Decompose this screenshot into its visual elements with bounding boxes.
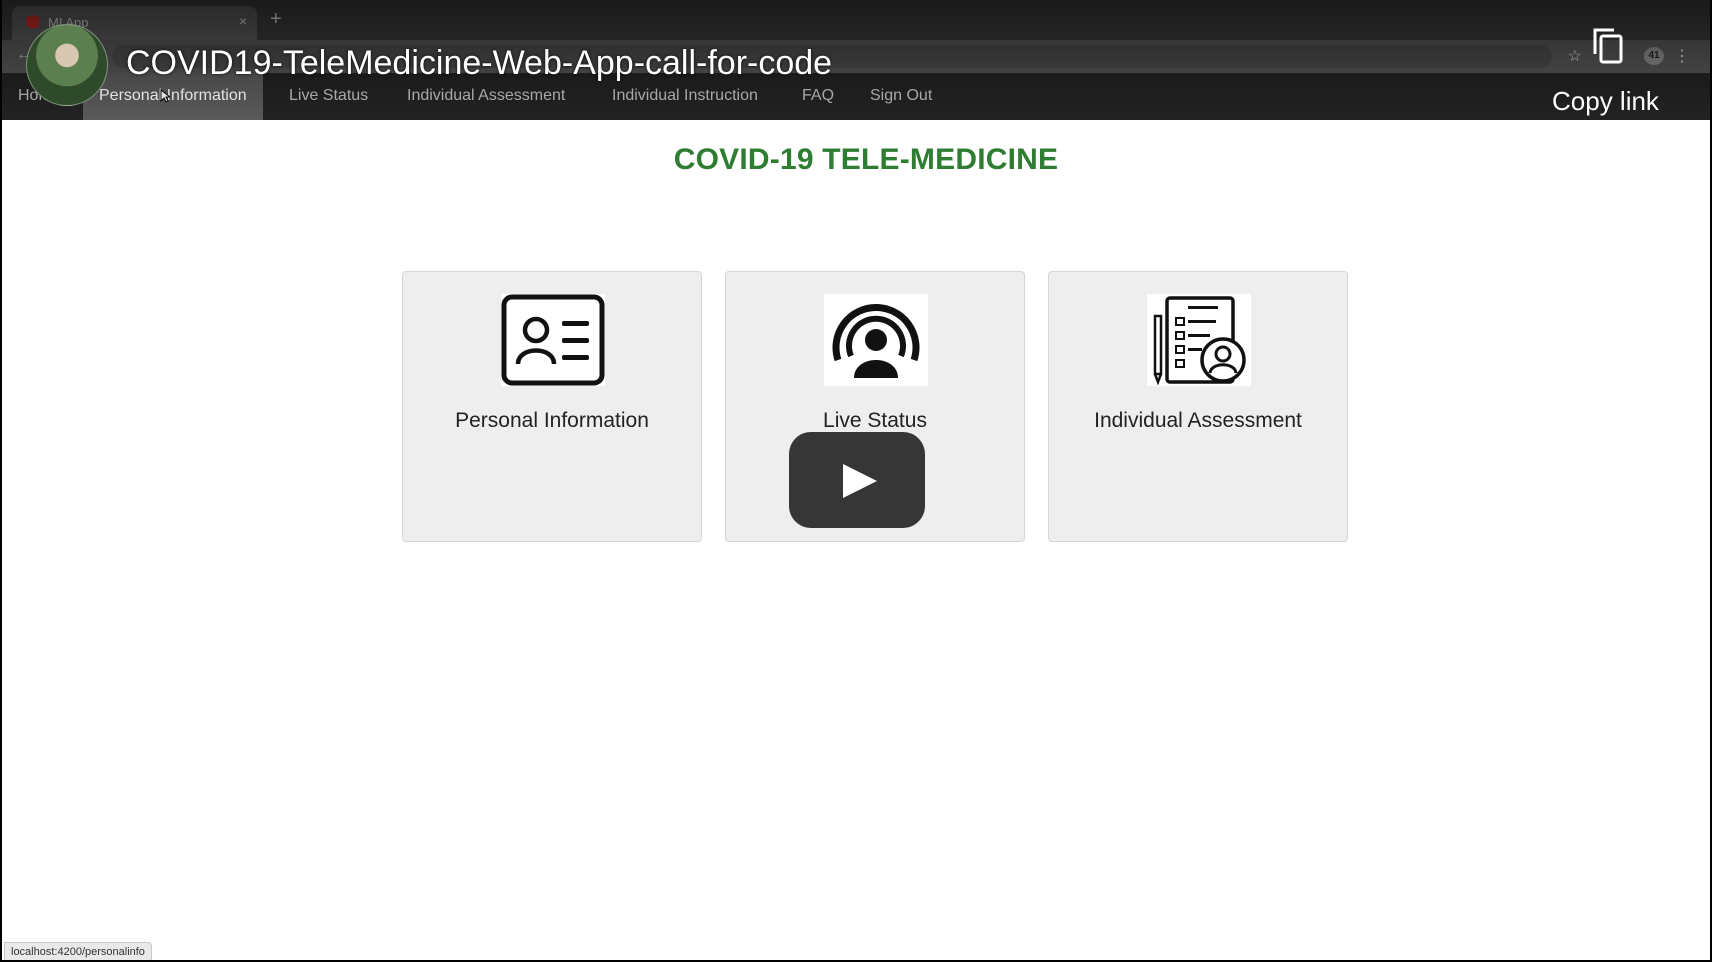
id-card-icon: [501, 294, 605, 386]
checklist-person-icon: [1147, 294, 1251, 386]
broadcast-person-icon: [824, 294, 928, 386]
bookmark-star-icon[interactable]: ☆: [1568, 46, 1582, 66]
browser-tab-strip: MI App × +: [2, 0, 1710, 40]
card-label-personal-information: Personal Information: [455, 409, 649, 432]
mouse-cursor-icon: [160, 89, 170, 103]
card-label-live-status: Live Status: [823, 409, 927, 432]
play-button[interactable]: [789, 432, 925, 528]
extension-icon[interactable]: 41: [1644, 47, 1664, 65]
video-frame: MI App × + ← ☆ 41 ⋮ Hom Personal Informa…: [0, 0, 1712, 962]
page-title: COVID-19 TELE-MEDICINE: [673, 143, 1059, 176]
card-personal-information[interactable]: Personal Information: [402, 271, 702, 542]
channel-avatar[interactable]: [26, 24, 108, 106]
status-bar-url: localhost:4200/personalinfo: [4, 942, 152, 960]
nav-sign-out[interactable]: Sign Out: [870, 73, 932, 120]
copy-link-icon[interactable]: [1592, 27, 1624, 65]
card-label-individual-assessment: Individual Assessment: [1094, 409, 1302, 432]
copy-link-label[interactable]: Copy link: [1552, 86, 1659, 117]
close-tab-icon[interactable]: ×: [239, 13, 247, 29]
video-title[interactable]: COVID19-TeleMedicine-Web-App-call-for-co…: [126, 44, 832, 83]
browser-menu-icon[interactable]: ⋮: [1674, 46, 1690, 66]
new-tab-icon[interactable]: +: [270, 8, 282, 31]
card-individual-assessment[interactable]: Individual Assessment: [1048, 271, 1348, 542]
angular-favicon-icon: [26, 15, 40, 29]
play-icon: [843, 464, 877, 498]
